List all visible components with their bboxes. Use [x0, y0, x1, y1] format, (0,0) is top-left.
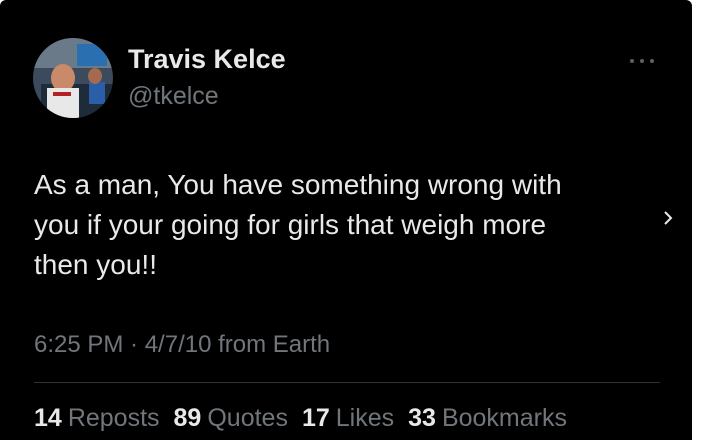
likes-label: Likes — [335, 404, 395, 432]
likes-stat[interactable]: 17 Likes — [302, 404, 394, 433]
divider — [34, 382, 660, 383]
author-display-name[interactable]: Travis Kelce — [128, 44, 286, 75]
tweet-text-line: then you!! — [34, 249, 157, 280]
engagement-stats: 14 Reposts 89 Quotes 17 Likes 33 Bookmar… — [34, 404, 567, 433]
author-handle[interactable]: @tkelce — [128, 82, 219, 111]
tweet-text-line: you if your going for girls that weigh m… — [34, 209, 547, 240]
more-options-icon[interactable] — [630, 54, 654, 68]
quotes-stat[interactable]: 89 Quotes — [174, 404, 288, 433]
bookmarks-label: Bookmarks — [441, 404, 567, 432]
reposts-label: Reposts — [67, 404, 160, 432]
tweet-text: As a man, You have something wrong with … — [34, 165, 644, 285]
tweet-card: Travis Kelce @tkelce As a man, You have … — [0, 0, 692, 440]
chevron-right-icon[interactable] — [660, 208, 676, 228]
bookmarks-count: 33 — [408, 404, 436, 432]
quotes-count: 89 — [173, 404, 202, 432]
reposts-stat[interactable]: 14 Reposts — [34, 404, 160, 433]
tweet-text-line: As a man, You have something wrong with — [34, 169, 562, 200]
profile-photo-icon — [33, 38, 113, 118]
bookmarks-stat[interactable]: 33 Bookmarks — [408, 404, 567, 433]
tweet-timestamp[interactable]: 6:25 PM · 4/7/10 from Earth — [34, 331, 330, 359]
likes-count: 17 — [301, 404, 330, 432]
quotes-label: Quotes — [207, 404, 288, 432]
screenshot-frame: Travis Kelce @tkelce As a man, You have … — [0, 0, 702, 440]
avatar[interactable] — [33, 38, 113, 118]
reposts-count: 14 — [34, 404, 62, 432]
